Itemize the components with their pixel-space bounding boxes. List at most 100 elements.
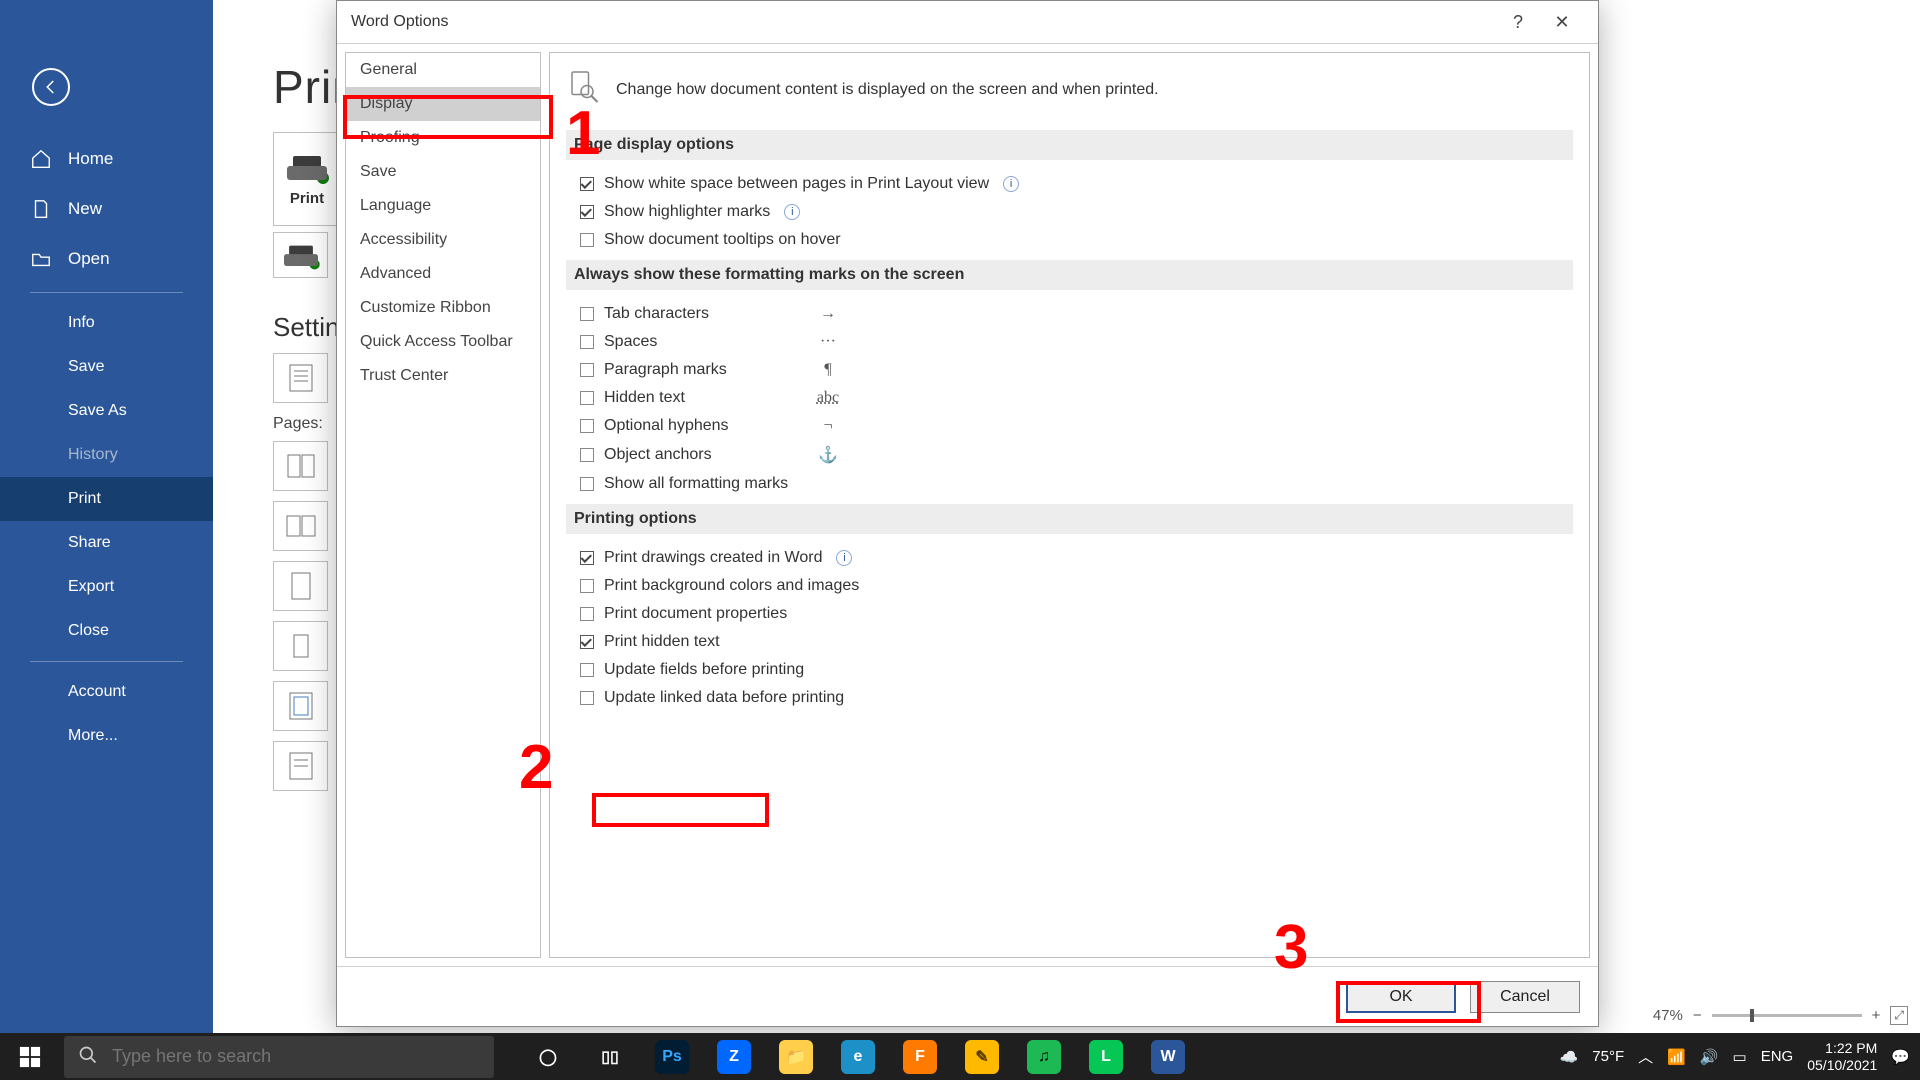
backstage-save[interactable]: Save (0, 345, 213, 389)
opt-print-hidden[interactable]: Print hidden text (566, 628, 1573, 656)
opt-spaces[interactable]: Spaces··· (566, 328, 1573, 356)
taskbar-search[interactable] (64, 1036, 494, 1078)
opt-show-tooltips[interactable]: Show document tooltips on hover (566, 226, 1573, 254)
checkbox[interactable] (580, 419, 594, 433)
opt-hyphens[interactable]: Optional hyphens¬ (566, 412, 1573, 440)
weather-icon[interactable]: ☁️ (1560, 1048, 1579, 1066)
taskbar-clock[interactable]: 1:22 PM 05/10/2021 (1807, 1040, 1877, 1074)
checkbox[interactable] (580, 635, 594, 649)
checkbox[interactable] (580, 607, 594, 621)
opt-hidden[interactable]: Hidden textabc (566, 384, 1573, 412)
backstage-info[interactable]: Info (0, 301, 213, 345)
checkbox[interactable] (580, 177, 594, 191)
settings-orientation[interactable] (273, 561, 328, 611)
wifi-icon[interactable]: 📶 (1667, 1048, 1686, 1066)
search-input[interactable] (112, 1046, 480, 1067)
checkbox[interactable] (580, 233, 594, 247)
taskbar-app-foxit[interactable]: F (890, 1033, 950, 1080)
settings-margins[interactable] (273, 681, 328, 731)
backstage-export[interactable]: Export (0, 565, 213, 609)
opt-paragraph[interactable]: Paragraph marks¶ (566, 356, 1573, 384)
opt-tabs[interactable]: Tab characters→ (566, 300, 1573, 328)
zoom-out[interactable]: − (1693, 1007, 1702, 1024)
print-button[interactable]: Print (273, 132, 341, 226)
help-button[interactable]: ? (1496, 12, 1540, 33)
taskbar-app-zalo[interactable]: Z (704, 1033, 764, 1080)
start-button[interactable] (0, 1046, 60, 1068)
backstage-new[interactable]: New (0, 184, 213, 234)
cancel-button[interactable]: Cancel (1470, 981, 1580, 1013)
settings-size[interactable] (273, 621, 328, 671)
info-icon[interactable]: i (836, 550, 852, 566)
taskbar-app-edge[interactable]: e (828, 1033, 888, 1080)
cat-language[interactable]: Language (346, 189, 540, 223)
zoom-bar: 47% − + ⤢ (1653, 1006, 1908, 1025)
fit-page-icon[interactable]: ⤢ (1890, 1006, 1908, 1025)
checkbox[interactable] (580, 335, 594, 349)
cat-save[interactable]: Save (346, 155, 540, 189)
opt-showall[interactable]: Show all formatting marks (566, 470, 1573, 498)
dialog-close-button[interactable]: ✕ (1540, 12, 1584, 33)
taskbar-app-photoshop[interactable]: Ps (642, 1033, 702, 1080)
opt-update-linked[interactable]: Update linked data before printing (566, 684, 1573, 712)
volume-icon[interactable]: 🔊 (1700, 1048, 1719, 1066)
taskbar-app-taskview[interactable]: ▯▯ (580, 1033, 640, 1080)
cat-proofing[interactable]: Proofing (346, 121, 540, 155)
opt-show-highlighter[interactable]: Show highlighter marksi (566, 198, 1573, 226)
settings-layout[interactable] (273, 441, 328, 491)
cat-qat[interactable]: Quick Access Toolbar (346, 325, 540, 359)
cat-accessibility[interactable]: Accessibility (346, 223, 540, 257)
backstage-share[interactable]: Share (0, 521, 213, 565)
backstage-print[interactable]: Print (0, 477, 213, 521)
taskbar-app-word[interactable]: W (1138, 1033, 1198, 1080)
cat-customize-ribbon[interactable]: Customize Ribbon (346, 291, 540, 325)
checkbox[interactable] (580, 448, 594, 462)
printer-select[interactable] (273, 232, 328, 278)
backstage-more[interactable]: More... (0, 714, 213, 758)
opt-update-fields[interactable]: Update fields before printing (566, 656, 1573, 684)
settings-collate[interactable] (273, 501, 328, 551)
checkbox[interactable] (580, 691, 594, 705)
opt-anchors[interactable]: Object anchors⚓ (566, 440, 1573, 470)
checkbox[interactable] (580, 551, 594, 565)
backstage-close[interactable]: Close (0, 609, 213, 653)
checkbox[interactable] (580, 477, 594, 491)
zoom-slider[interactable] (1712, 1014, 1862, 1017)
back-button[interactable] (32, 68, 70, 106)
settings-sheets[interactable] (273, 741, 328, 791)
taskbar-app-spotify[interactable]: ♫ (1014, 1033, 1074, 1080)
backstage-open[interactable]: Open (0, 234, 213, 284)
cat-display[interactable]: Display (346, 87, 540, 121)
opt-print-props[interactable]: Print document properties (566, 600, 1573, 628)
cat-general[interactable]: General (346, 53, 540, 87)
cat-trust[interactable]: Trust Center (346, 359, 540, 393)
tray-chevron-icon[interactable]: ︿ (1638, 1046, 1653, 1067)
checkbox[interactable] (580, 663, 594, 677)
zoom-in[interactable]: + (1872, 1007, 1881, 1024)
weather-temp[interactable]: 75°F (1592, 1048, 1624, 1065)
battery-icon[interactable]: ▭ (1733, 1048, 1747, 1066)
info-icon[interactable]: i (1003, 176, 1019, 192)
ok-button[interactable]: OK (1346, 981, 1456, 1013)
cat-advanced[interactable]: Advanced (346, 257, 540, 291)
taskbar-app-notes[interactable]: ✎ (952, 1033, 1012, 1080)
checkbox[interactable] (580, 391, 594, 405)
checkbox[interactable] (580, 205, 594, 219)
settings-pages[interactable] (273, 353, 328, 403)
info-icon[interactable]: i (784, 204, 800, 220)
taskbar-app-explorer[interactable]: 📁 (766, 1033, 826, 1080)
checkbox[interactable] (580, 307, 594, 321)
checkbox[interactable] (580, 579, 594, 593)
opt-show-whitespace[interactable]: Show white space between pages in Print … (566, 170, 1573, 198)
opt-print-bg[interactable]: Print background colors and images (566, 572, 1573, 600)
language-indicator[interactable]: ENG (1761, 1048, 1794, 1065)
taskbar-app-cortana[interactable]: ◯ (518, 1033, 578, 1080)
backstage-saveas[interactable]: Save As (0, 389, 213, 433)
backstage-home[interactable]: Home (0, 134, 213, 184)
taskbar-app-line[interactable]: L (1076, 1033, 1136, 1080)
backstage-history[interactable]: History (0, 433, 213, 477)
notifications-icon[interactable]: 💬 (1891, 1048, 1910, 1066)
opt-print-drawings[interactable]: Print drawings created in Wordi (566, 544, 1573, 572)
backstage-account[interactable]: Account (0, 670, 213, 714)
checkbox[interactable] (580, 363, 594, 377)
